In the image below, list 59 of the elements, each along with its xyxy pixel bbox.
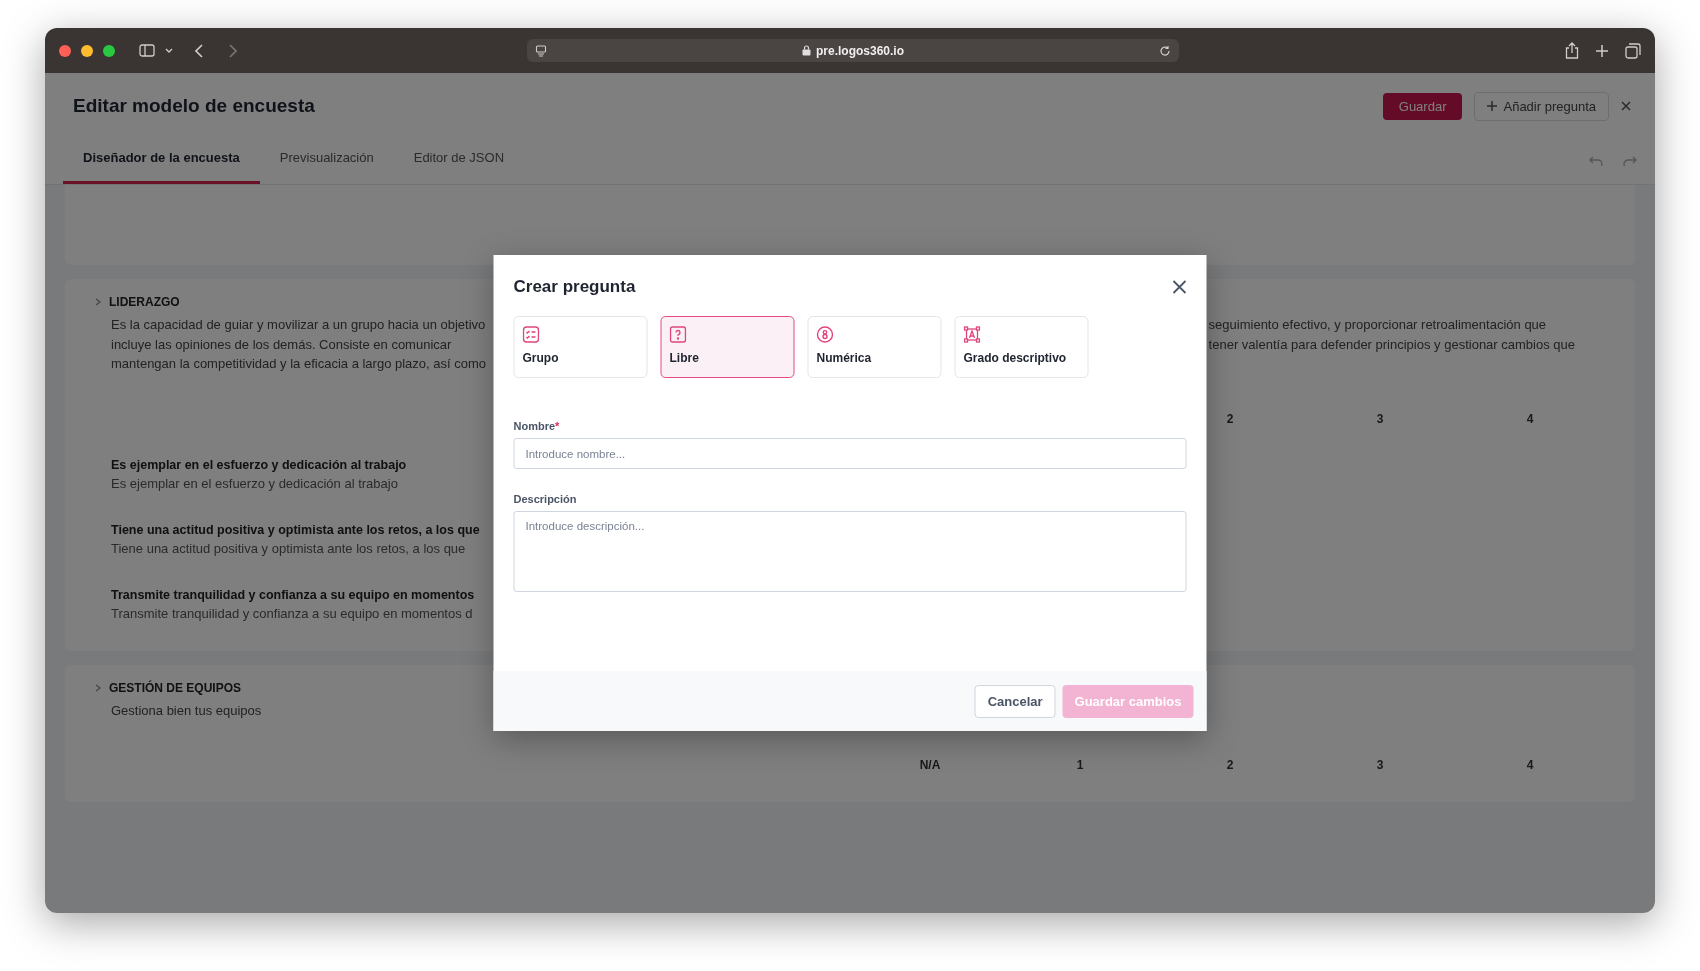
text-frame-icon (963, 326, 981, 343)
scale-label: 2 (1225, 411, 1235, 426)
reload-icon[interactable] (1159, 44, 1171, 57)
share-icon[interactable] (1565, 42, 1579, 59)
minimize-window-button[interactable] (81, 44, 93, 57)
page-title: Editar modelo de encuesta (73, 95, 315, 117)
description-line: mantengan la competitividad y la eficacia a largo plazo, así como (111, 355, 487, 373)
url-text: pre.logos360.io (816, 43, 904, 58)
new-tab-icon[interactable] (1595, 43, 1609, 58)
question-description: Tiene una actitud positiva y optimista ante los retos, a los que (111, 540, 466, 556)
question-description: Transmite tranquilidad y confianza a su equipo en momentos d (111, 605, 473, 621)
scale-label: 4 (1525, 758, 1535, 772)
question-type-option[interactable]: Libre (660, 316, 795, 378)
question-type-option[interactable]: Numérica (807, 316, 942, 378)
close-icon (1172, 280, 1187, 294)
description-line: Gestiona bien tus equipos (111, 701, 262, 720)
question-type-option[interactable]: Grupo (513, 316, 648, 378)
question-title: Es ejemplar en el esfuerzo y dedicación al trabajo (111, 457, 407, 472)
scale-label: 3 (1375, 411, 1385, 426)
description-field[interactable]: Introduce descripción... (513, 511, 1187, 592)
plus-icon (1487, 101, 1498, 111)
list-icon (522, 326, 540, 343)
field-label: Descripción (513, 493, 578, 505)
sidebar-icon[interactable] (139, 44, 155, 57)
maximize-window-button[interactable] (103, 44, 115, 57)
tabs-overview-icon[interactable] (1625, 42, 1641, 59)
question-icon (669, 326, 687, 343)
question-title: Tiene una actitud positiva y optimista ante los retos, a los que (111, 522, 480, 537)
dialog-title: Crear pregunta (513, 277, 636, 297)
close-window-button[interactable] (59, 44, 71, 57)
section-title: GESTIÓN DE EQUIPOS (109, 680, 242, 695)
address-bar[interactable]: pre.logos360.io (527, 39, 1179, 62)
question-title: Transmite tranquilidad y confianza a su equipo en momentos (111, 587, 475, 602)
field-label: Nombre* (513, 420, 561, 432)
question-description: Es ejemplar en el esfuerzo y dedicación al trabajo (111, 475, 398, 491)
back-icon[interactable] (195, 43, 204, 58)
description-line: incluye las opiniones de los demás. Consiste en comunicar (111, 335, 453, 354)
scale-label: 2 (1225, 758, 1235, 772)
question-type-option[interactable]: Grado descriptivo (954, 316, 1089, 378)
tab[interactable]: Previsualización (259, 136, 394, 184)
section-title: LIDERAZGO (109, 295, 180, 309)
tab[interactable]: Editor de JSON (393, 136, 525, 184)
close-button[interactable] (1172, 280, 1187, 294)
scale-label: 1 (1075, 758, 1085, 772)
cancel-button[interactable]: Cancelar (974, 684, 1056, 718)
page-icon (535, 44, 547, 57)
number-icon (816, 326, 834, 343)
scale-label: 4 (1525, 411, 1535, 426)
description-line: Es la capacidad de guiar y movilizar a un grupo hacia un objetivo (111, 316, 487, 334)
description-line: tener valentía para defender principios y gestionar cambios que (1208, 335, 1575, 354)
name-field[interactable]: Introduce nombre... (513, 438, 1187, 469)
scale-label: 3 (1375, 758, 1385, 772)
lock-icon (802, 45, 811, 56)
scale-label: N/A (918, 758, 942, 772)
close-icon[interactable] (1621, 101, 1631, 111)
description-line: seguimiento efectivo, y proporcionar retroalimentación que (1208, 316, 1548, 334)
add-question-button[interactable]: Añadir pregunta (1474, 91, 1609, 121)
chevron-down-icon[interactable] (165, 47, 173, 54)
forward-icon[interactable] (228, 43, 237, 58)
